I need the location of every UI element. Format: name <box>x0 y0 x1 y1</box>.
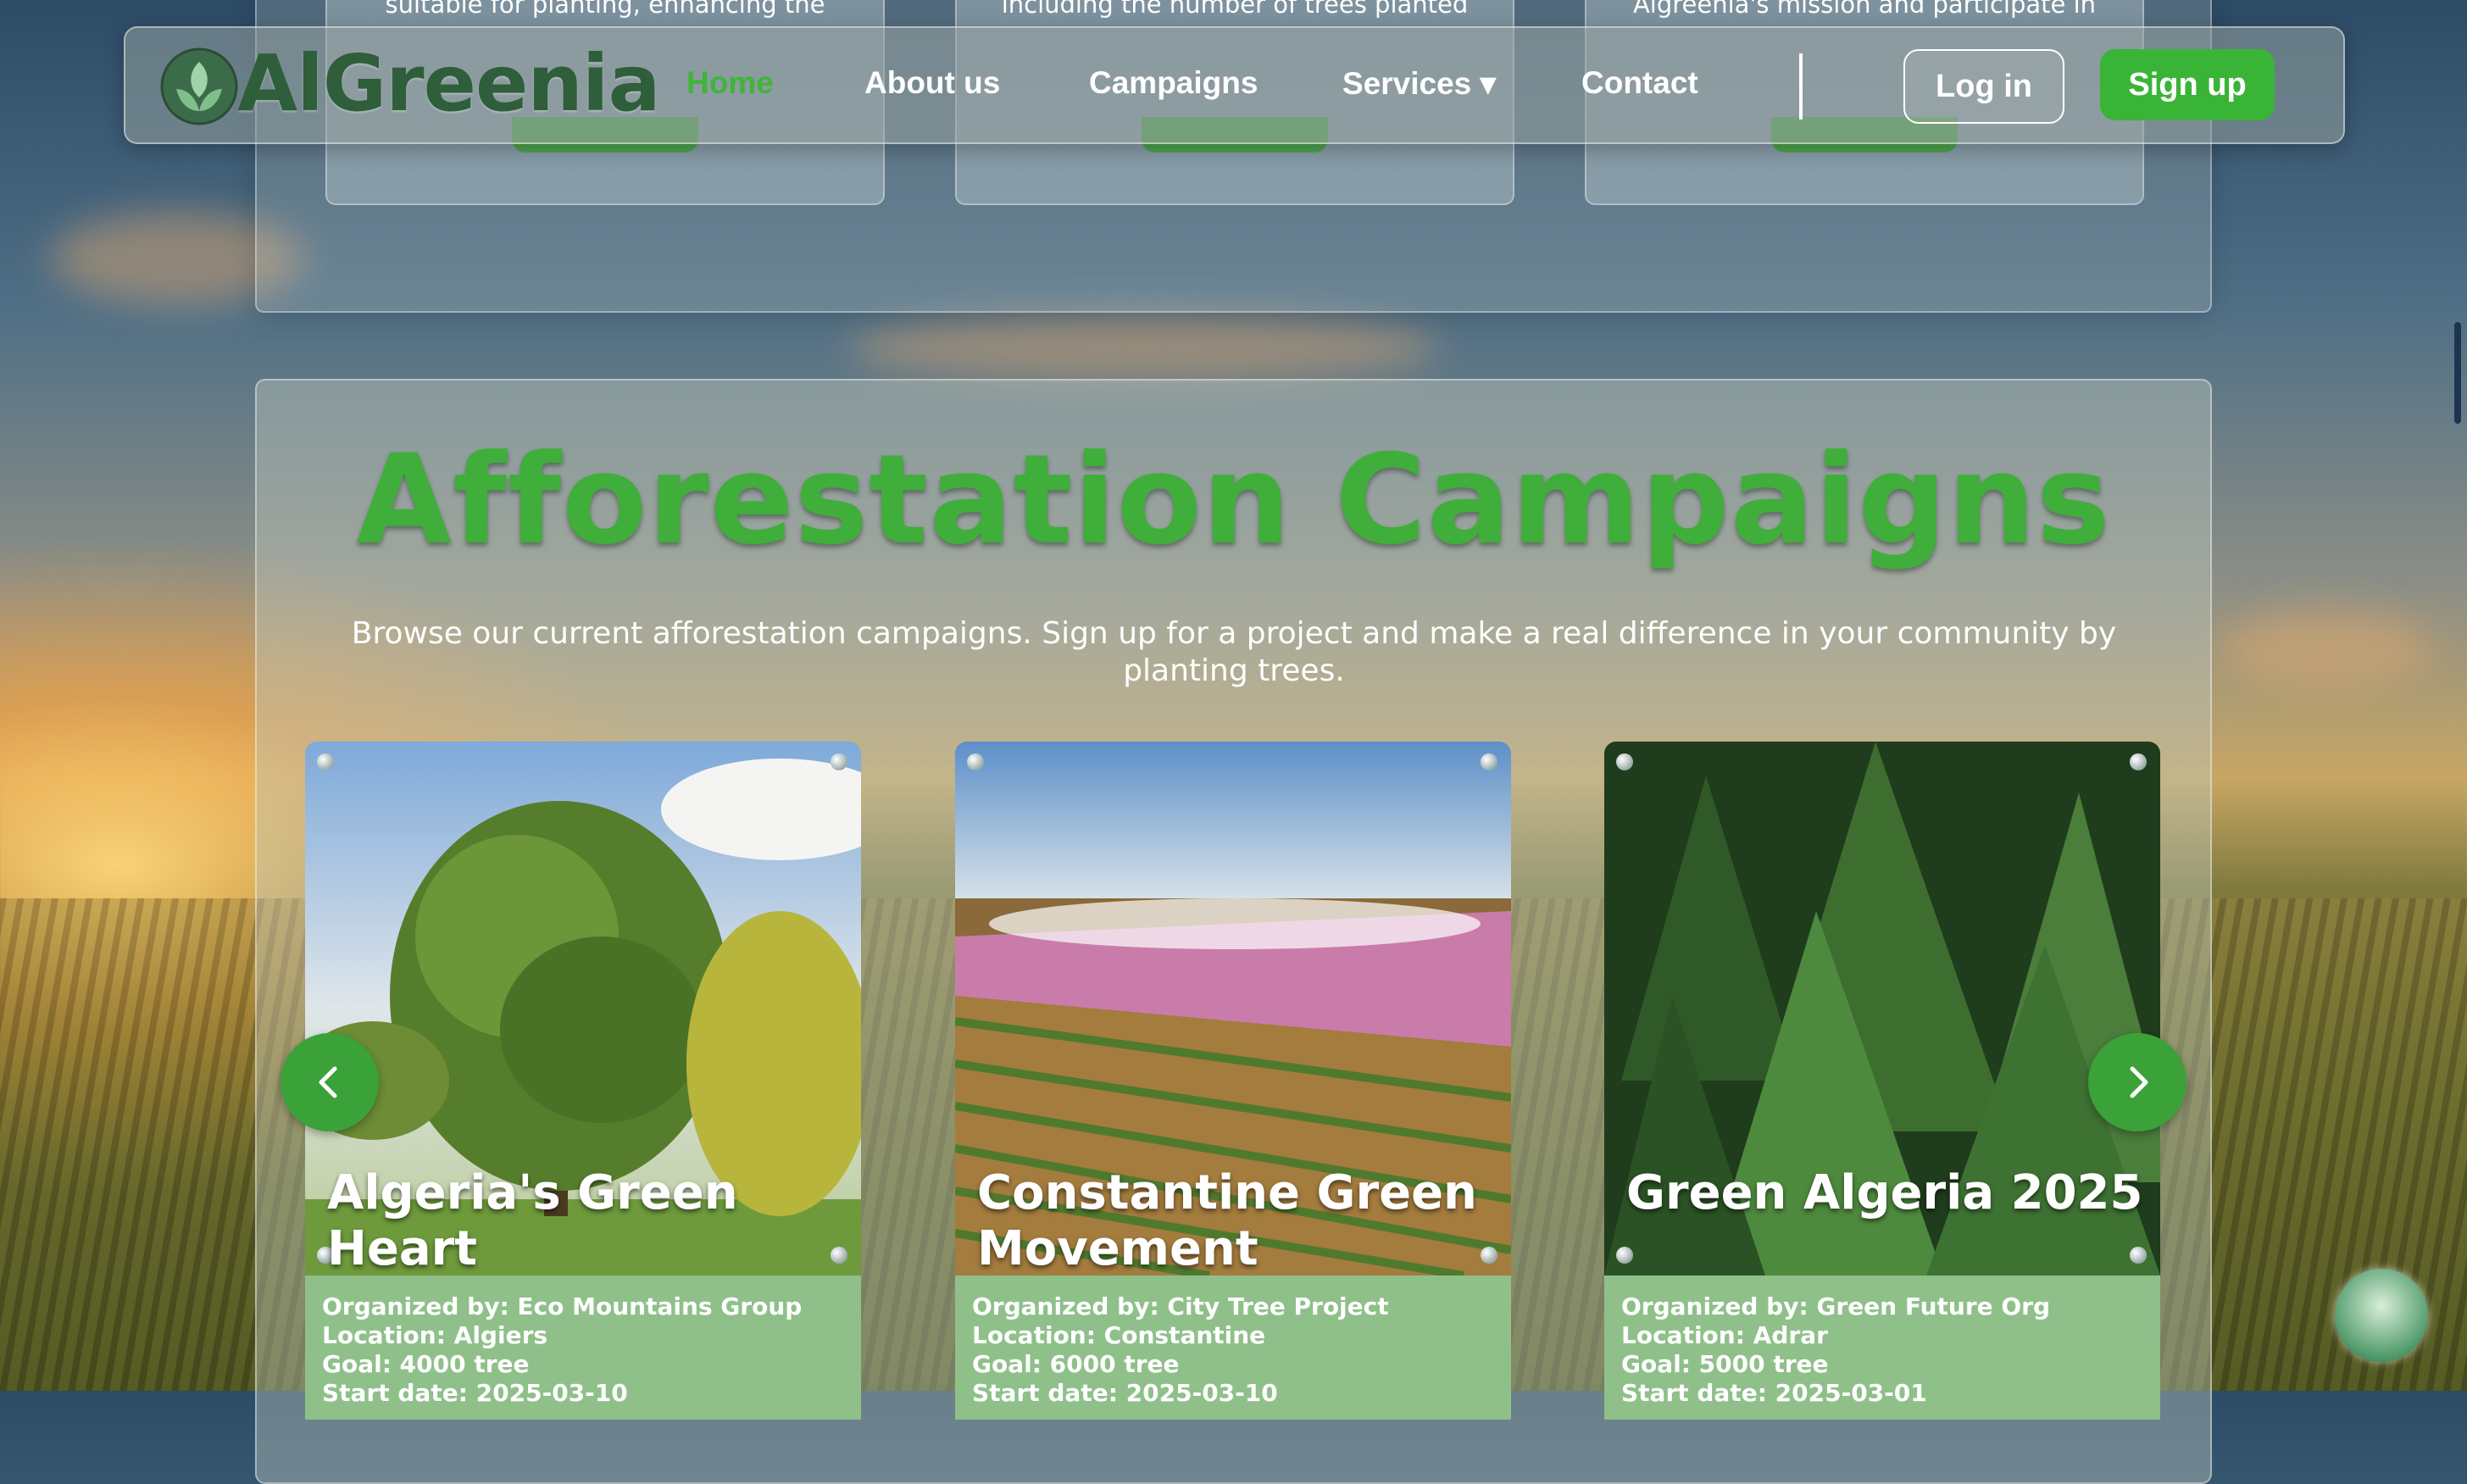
chevron-right-icon <box>2130 1066 2148 1098</box>
logo-text[interactable]: AlGreenia <box>237 38 661 129</box>
scrollbar-thumb[interactable] <box>2454 322 2461 424</box>
algreenia-badge-icon[interactable] <box>2335 1269 2428 1362</box>
section-description: Browse our current afforestation campaig… <box>351 616 2117 688</box>
feature-card-text: including the number of trees planted <box>1001 0 1469 19</box>
carousel-next-button[interactable] <box>2088 1033 2186 1131</box>
campaign-info: Organized by: Green Future Org Location:… <box>1604 1276 2160 1420</box>
pin-icon <box>317 753 334 770</box>
pin-icon <box>1616 753 1633 770</box>
section-title: Afforestation Campaigns <box>356 428 2111 572</box>
feature-card-text: Algreenia's mission and participate in <box>1632 0 2097 19</box>
background-cloud <box>2220 610 2432 686</box>
pin-icon <box>831 753 847 770</box>
campaign-start-date: Start date: 2025-03-10 <box>972 1379 1278 1407</box>
nav-link-home[interactable]: Home <box>686 65 774 101</box>
campaign-card[interactable]: Green Algeria 2025 Organized by: Green F… <box>1604 742 2160 1420</box>
campaign-start-date: Start date: 2025-03-01 <box>1621 1379 1927 1407</box>
campaign-organizer: Organized by: City Tree Project <box>972 1292 1389 1320</box>
campaign-organizer: Organized by: Green Future Org <box>1621 1292 2051 1320</box>
nav-link-services[interactable]: Services ▾ <box>1342 65 1496 102</box>
carousel-prev-button[interactable] <box>281 1033 379 1131</box>
campaign-info: Organized by: City Tree Project Location… <box>955 1276 1511 1420</box>
campaign-card[interactable]: Algeria's Green Heart Organized by: Eco … <box>305 742 861 1420</box>
nav-divider <box>1799 53 1803 119</box>
campaign-goal: Goal: 4000 tree <box>322 1350 530 1378</box>
campaign-goal: Goal: 5000 tree <box>1621 1350 1829 1378</box>
nav-link-campaigns[interactable]: Campaigns <box>1089 65 1258 101</box>
campaign-organizer: Organized by: Eco Mountains Group <box>322 1292 803 1320</box>
feature-card-text: suitable for planting, enhancing the <box>385 0 825 19</box>
background-cloud <box>847 314 1441 381</box>
login-button[interactable]: Log in <box>1903 49 2064 124</box>
nav-link-about[interactable]: About us <box>864 65 1000 101</box>
pin-icon <box>967 753 984 770</box>
campaign-location: Location: Constantine <box>972 1321 1266 1349</box>
campaign-info: Organized by: Eco Mountains Group Locati… <box>305 1276 861 1420</box>
campaign-location: Location: Adrar <box>1621 1321 1828 1349</box>
campaign-location: Location: Algiers <box>322 1321 548 1349</box>
pin-icon <box>2130 753 2147 770</box>
chevron-left-icon <box>319 1066 337 1098</box>
pin-icon <box>1481 753 1497 770</box>
navbar: AlGreenia Home About us Campaigns Servic… <box>124 26 2345 144</box>
campaign-card[interactable]: Constantine Green Movement Organized by:… <box>955 742 1511 1420</box>
campaign-goal: Goal: 6000 tree <box>972 1350 1180 1378</box>
nav-link-contact[interactable]: Contact <box>1581 65 1698 101</box>
signup-button[interactable]: Sign up <box>2100 49 2275 120</box>
campaign-start-date: Start date: 2025-03-10 <box>322 1379 628 1407</box>
logo-icon[interactable] <box>159 47 239 126</box>
